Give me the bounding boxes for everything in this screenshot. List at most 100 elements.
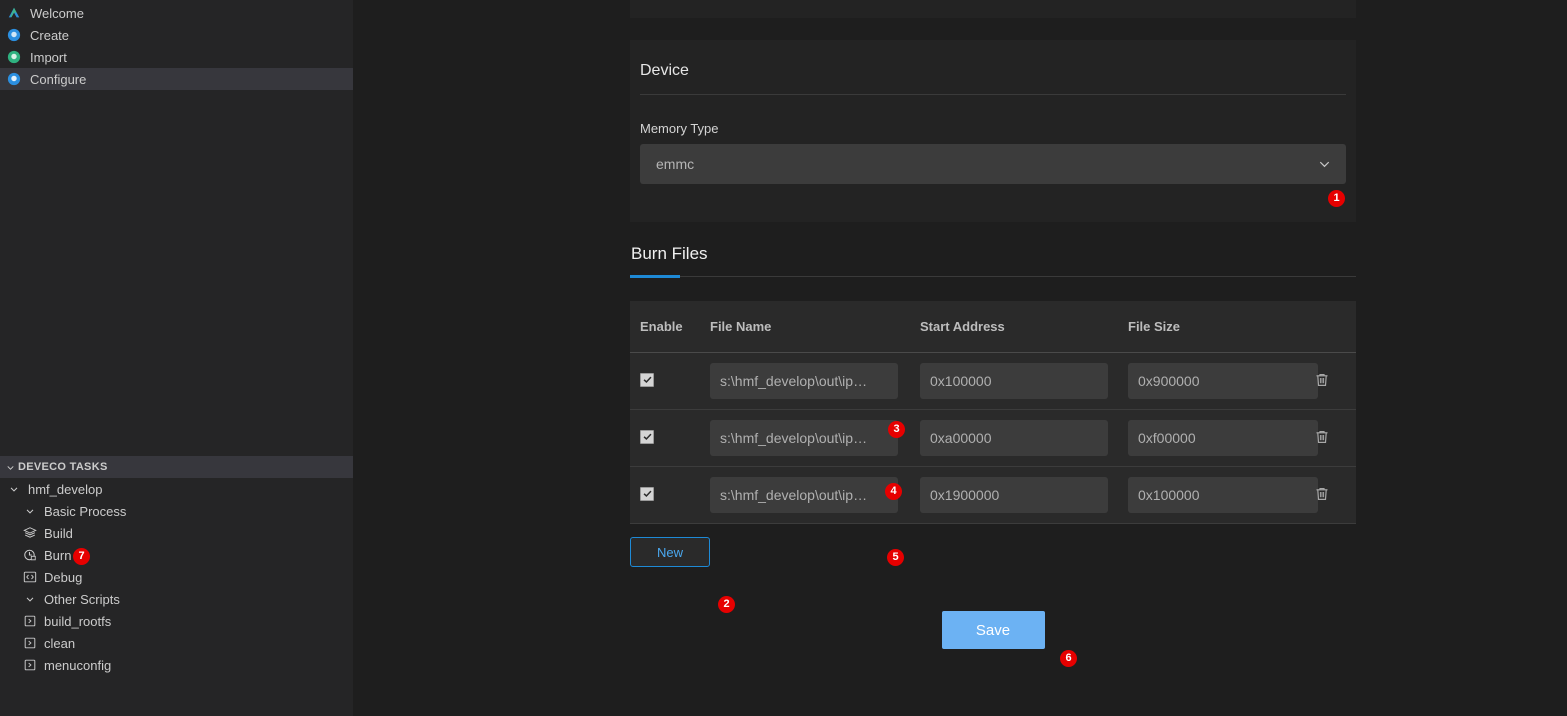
chevron-down-icon xyxy=(6,481,22,497)
table-row xyxy=(630,352,1356,410)
deveco-tasks-header[interactable]: DEVECO TASKS xyxy=(0,456,353,478)
row-enable-cell xyxy=(630,466,710,524)
trash-icon[interactable] xyxy=(1311,483,1333,505)
chevron-down-icon xyxy=(1317,157,1332,172)
task-label: menuconfig xyxy=(44,657,112,673)
start-address-input[interactable] xyxy=(920,363,1108,399)
task-item-build-rootfs[interactable]: build_rootfs xyxy=(0,610,353,632)
enable-checkbox[interactable] xyxy=(640,372,654,387)
create-circle-icon xyxy=(6,27,22,43)
row-file-name-cell xyxy=(710,352,920,410)
enable-checkbox[interactable] xyxy=(640,486,654,501)
column-header-file-name: File Name xyxy=(710,301,920,353)
row-enable-cell xyxy=(630,352,710,410)
table-header-row: Enable File Name Start Address File Size xyxy=(630,301,1356,353)
task-label: Debug xyxy=(44,569,83,585)
burn-files-table-head: Enable File Name Start Address File Size xyxy=(630,301,1356,353)
task-label: Basic Process xyxy=(44,503,127,519)
sidebar-nav-list: Welcome Create Import Configure xyxy=(0,0,353,90)
script-icon xyxy=(22,613,38,629)
device-card: Device Memory Type emmc xyxy=(630,40,1356,222)
memory-type-select[interactable]: emmc xyxy=(640,144,1346,184)
save-button-row: Save xyxy=(630,611,1356,649)
device-card-spacer xyxy=(630,184,1356,222)
sidebar-item-configure[interactable]: Configure xyxy=(0,68,353,90)
task-item-menuconfig[interactable]: menuconfig xyxy=(0,654,353,676)
annotation-badge-6: 6 xyxy=(1060,650,1077,667)
row-delete-cell xyxy=(1311,466,1356,524)
chevron-down-icon xyxy=(22,591,38,607)
code-icon xyxy=(22,569,38,585)
sidebar-item-label: Welcome xyxy=(30,5,84,21)
burn-files-accent-underline xyxy=(630,275,1356,278)
task-group-basic-process[interactable]: Basic Process xyxy=(0,500,353,522)
row-file-size-cell xyxy=(1128,409,1318,467)
sidebar-item-welcome[interactable]: Welcome xyxy=(0,2,353,24)
column-header-file-size: File Size xyxy=(1128,301,1311,353)
annotation-badge-2: 2 xyxy=(718,596,735,613)
burn-files-section: Burn Files Enable File Name Start Addres… xyxy=(630,244,1356,649)
row-start-address-cell xyxy=(920,409,1128,467)
row-file-size-cell xyxy=(1128,466,1318,524)
layers-icon xyxy=(22,525,38,541)
row-file-name-cell xyxy=(710,409,920,467)
row-enable-cell xyxy=(630,409,710,467)
file-name-input[interactable] xyxy=(710,363,898,399)
main-content-panel: Device Memory Type emmc Burn Files Enabl… xyxy=(353,0,1567,716)
file-name-input[interactable] xyxy=(710,420,898,456)
sidebar-item-create[interactable]: Create xyxy=(0,24,353,46)
file-size-input[interactable] xyxy=(1128,363,1318,399)
row-delete-cell xyxy=(1311,352,1356,410)
trash-icon[interactable] xyxy=(1311,369,1333,391)
new-row-button[interactable]: New xyxy=(630,537,710,567)
annotation-badge-1: 1 xyxy=(1328,190,1345,207)
start-address-input[interactable] xyxy=(920,420,1108,456)
annotation-badge-5: 5 xyxy=(887,549,904,566)
burn-files-title: Burn Files xyxy=(631,244,708,263)
row-delete-cell xyxy=(1311,409,1356,467)
chevron-down-icon xyxy=(2,459,18,475)
save-button[interactable]: Save xyxy=(941,611,1045,649)
chevron-down-icon xyxy=(22,503,38,519)
task-label: build_rootfs xyxy=(44,613,112,629)
row-file-size-cell xyxy=(1128,352,1318,410)
task-label: Other Scripts xyxy=(44,591,120,607)
task-item-debug[interactable]: Debug xyxy=(0,566,353,588)
task-group-hmf-develop[interactable]: hmf_develop xyxy=(0,478,353,500)
enable-checkbox[interactable] xyxy=(640,429,654,444)
annotation-badge-7: 7 xyxy=(73,548,90,565)
sidebar-item-label: Create xyxy=(30,27,70,43)
start-address-input[interactable] xyxy=(920,477,1108,513)
device-section-title: Device xyxy=(640,62,689,79)
sidebar: Welcome Create Import Configure DEVECO T… xyxy=(0,0,353,716)
trash-icon[interactable] xyxy=(1311,426,1333,448)
burn-files-table-body xyxy=(630,352,1356,524)
annotation-badge-3: 3 xyxy=(888,421,905,438)
task-label: clean xyxy=(44,635,76,651)
task-group-other-scripts[interactable]: Other Scripts xyxy=(0,588,353,610)
table-row xyxy=(630,466,1356,524)
file-size-input[interactable] xyxy=(1128,420,1318,456)
row-start-address-cell xyxy=(920,352,1128,410)
file-name-input[interactable] xyxy=(710,477,898,513)
row-start-address-cell xyxy=(920,466,1128,524)
sidebar-item-label: Import xyxy=(30,49,67,65)
column-header-enable: Enable xyxy=(630,301,710,353)
sidebar-item-import[interactable]: Import xyxy=(0,46,353,68)
welcome-logo-icon xyxy=(6,5,22,21)
previous-section-card-partial xyxy=(630,0,1356,18)
task-label: hmf_develop xyxy=(28,481,103,497)
sidebar-item-label: Configure xyxy=(30,71,87,87)
script-icon xyxy=(22,635,38,651)
column-header-actions xyxy=(1311,301,1356,353)
task-item-clean[interactable]: clean xyxy=(0,632,353,654)
deveco-tasks-section: DEVECO TASKS hmf_develop Basic Process B… xyxy=(0,456,353,676)
burn-files-table: Enable File Name Start Address File Size xyxy=(630,301,1356,524)
configure-circle-icon xyxy=(6,71,22,87)
file-size-input[interactable] xyxy=(1128,477,1318,513)
task-item-burn[interactable]: Burn xyxy=(0,544,353,566)
task-item-build[interactable]: Build xyxy=(0,522,353,544)
annotation-badge-4: 4 xyxy=(885,483,902,500)
configure-form: Device Memory Type emmc Burn Files Enabl… xyxy=(630,0,1356,649)
memory-type-label: Memory Type xyxy=(640,121,719,136)
